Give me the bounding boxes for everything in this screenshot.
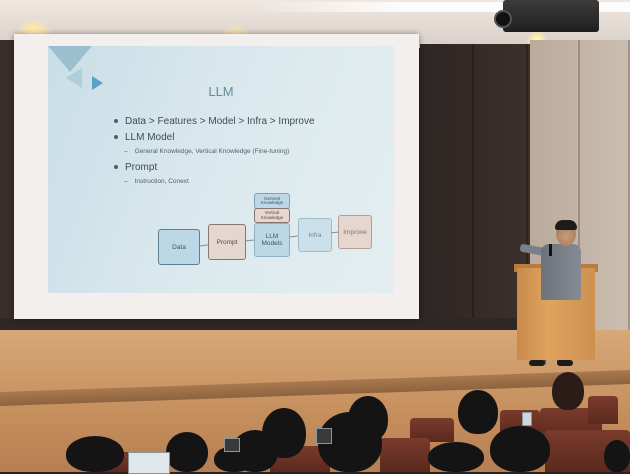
presentation-slide: LLM Data > Features > Model > Infra > Im… bbox=[48, 46, 394, 293]
speaker-shirt bbox=[541, 244, 581, 300]
audience-laptop bbox=[128, 452, 170, 474]
audience-head bbox=[458, 390, 498, 434]
speaker-shoe bbox=[529, 360, 545, 366]
diagram-box-general-knowledge: General Knowledge bbox=[254, 193, 290, 209]
auditorium-seat bbox=[588, 396, 618, 424]
diagram-box-llm-models: LLM Models bbox=[254, 223, 290, 257]
diagram-box-improve: Improve bbox=[338, 215, 372, 249]
diagram-box-infra: Infra bbox=[298, 218, 332, 252]
speaker-shoe bbox=[557, 360, 573, 366]
dash-icon: – bbox=[124, 178, 128, 185]
diagram-box-data: Data bbox=[158, 229, 200, 265]
slide-title: LLM bbox=[208, 84, 234, 99]
diagram-box-prompt: Prompt bbox=[208, 224, 246, 260]
audience-head bbox=[552, 372, 584, 410]
sub-bullet-item: – Instruction, Conext bbox=[124, 178, 189, 185]
audience-phone bbox=[316, 428, 332, 444]
diagram-arrow bbox=[244, 239, 255, 242]
audience-head bbox=[490, 426, 550, 472]
audience-head bbox=[166, 432, 208, 472]
dash-icon: – bbox=[124, 148, 128, 155]
bullet-dot-icon bbox=[114, 135, 118, 140]
diagram-arrow bbox=[198, 244, 209, 247]
back-wall-panels bbox=[420, 44, 530, 344]
bullet-dot-icon bbox=[114, 119, 118, 124]
bullet-item: LLM Model bbox=[114, 132, 384, 143]
microphone-icon bbox=[549, 244, 552, 256]
audience-phone bbox=[522, 412, 532, 426]
bullet-item: Prompt bbox=[114, 162, 384, 173]
audience-head bbox=[604, 440, 630, 472]
audience-head bbox=[66, 436, 124, 472]
bullet-dot-icon bbox=[114, 165, 118, 170]
audience-phone bbox=[224, 438, 240, 452]
projector-lens bbox=[494, 10, 512, 28]
slide-bullet-list: Data > Features > Model > Infra > Improv… bbox=[114, 116, 384, 192]
diagram-arrow bbox=[330, 231, 339, 234]
speaker-hair bbox=[555, 220, 577, 230]
diagram-arrow bbox=[288, 235, 299, 238]
bullet-item: Data > Features > Model > Infra > Improv… bbox=[114, 116, 384, 127]
sub-bullet-item: – General Knowledge, Vertical Knowledge (… bbox=[124, 148, 290, 155]
diagram-box-vertical-knowledge: Vertical Knowledge bbox=[254, 208, 290, 223]
projector bbox=[503, 0, 599, 32]
audience-head bbox=[428, 442, 484, 472]
auditorium-seat bbox=[380, 438, 430, 472]
